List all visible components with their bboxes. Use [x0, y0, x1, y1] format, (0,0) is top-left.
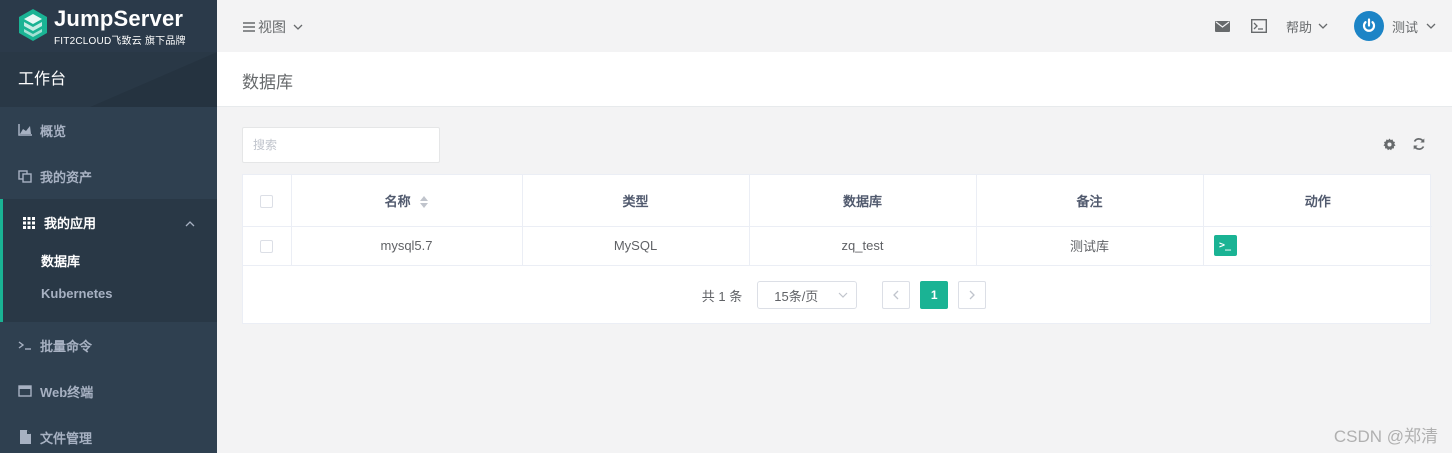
refresh-icon[interactable]: [1411, 136, 1427, 152]
top-right-controls: 帮助 测试: [1214, 0, 1452, 52]
page-number-current[interactable]: 1: [920, 281, 949, 309]
prev-page-button[interactable]: [882, 281, 911, 309]
cell-name[interactable]: mysql5.7: [291, 226, 523, 266]
avatar[interactable]: [1353, 11, 1384, 41]
terminal-icon[interactable]: [1250, 17, 1268, 35]
sidebar-item-web-terminal[interactable]: Web终端: [0, 368, 217, 414]
help-label: 帮助: [1285, 19, 1312, 35]
sidebar-item-label: 我的应用: [44, 216, 97, 231]
jumpserver-logo-icon: [19, 9, 47, 41]
chevron-right-icon: [969, 290, 976, 300]
user-menu[interactable]: 测试: [1392, 17, 1436, 36]
sidebar-item-label: 概览: [40, 123, 67, 139]
cell-database: zq_test: [749, 226, 977, 266]
area-chart-icon: [17, 124, 33, 136]
sidebar: JumpServer FIT2CLOUD飞致云 旗下品牌 工作台 概览 我的资产…: [0, 0, 217, 453]
assets-icon: [17, 169, 33, 183]
cell-type: MySQL: [522, 226, 750, 266]
grid-icon: [21, 216, 37, 229]
select-all-cell: [243, 175, 292, 227]
sidebar-subitem-kubernetes[interactable]: Kubernetes: [3, 278, 217, 310]
sidebar-submenu-my-apps: 数据库 Kubernetes: [3, 246, 217, 322]
file-icon: [17, 430, 33, 444]
search-input[interactable]: [242, 127, 440, 163]
window-icon: [17, 385, 33, 397]
top-navbar: 视图 帮助 测试: [217, 0, 1452, 52]
view-menu-label: 视图: [258, 19, 286, 35]
chevron-down-icon: [1318, 23, 1328, 29]
table-header-row: 名称 类型 数据库 备注 动作: [243, 175, 1432, 227]
sidebar-item-batch-command[interactable]: 批量命令: [0, 322, 217, 368]
chevron-down-icon: [293, 24, 303, 30]
gear-icon[interactable]: [1381, 136, 1397, 152]
chevron-up-icon: [185, 215, 195, 230]
sidebar-subitem-database[interactable]: 数据库: [3, 246, 217, 278]
page-size-value: 15条/页: [774, 288, 819, 304]
workbench-shade: [90, 52, 217, 107]
sidebar-item-file-manager[interactable]: 文件管理: [0, 414, 217, 453]
sidebar-item-label: 文件管理: [40, 430, 93, 446]
sort-icon[interactable]: [420, 196, 429, 209]
cell-comment: 测试库: [976, 226, 1204, 266]
table-row: mysql5.7 MySQL zq_test 测试库 >_: [243, 226, 1432, 266]
brand-logo[interactable]: JumpServer FIT2CLOUD飞致云 旗下品牌: [0, 0, 217, 52]
workbench-label: 工作台: [18, 71, 67, 88]
row-select-cell: [243, 226, 292, 266]
column-header-action: 动作: [1203, 175, 1432, 227]
row-checkbox[interactable]: [260, 240, 274, 254]
pagination-total: 共 1 条: [701, 288, 743, 304]
table-tools: [1381, 136, 1441, 152]
column-header-comment: 备注: [976, 175, 1204, 227]
column-header-database: 数据库: [749, 175, 977, 227]
hamburger-icon: [243, 22, 255, 32]
terminal-prompt-icon: [17, 340, 33, 350]
chevron-down-icon: [838, 292, 848, 298]
page-size-select[interactable]: 15条/页: [757, 281, 858, 309]
pagination: 共 1 条 15条/页 1: [242, 280, 1431, 310]
brand-subtitle: FIT2CLOUD飞致云 旗下品牌: [54, 36, 186, 47]
connect-terminal-button[interactable]: >_: [1213, 235, 1237, 256]
cell-action: >_: [1203, 226, 1432, 266]
sidebar-item-label: Web终端: [40, 384, 94, 400]
page-heading: 数据库: [217, 52, 1452, 107]
power-icon: [1359, 16, 1379, 36]
page-title: 数据库: [242, 73, 293, 92]
sidebar-item-my-assets[interactable]: 我的资产: [0, 153, 217, 199]
username: 测试: [1391, 19, 1418, 35]
column-header-type: 类型: [522, 175, 750, 227]
sidebar-group-my-apps: 我的应用 数据库 Kubernetes: [0, 199, 217, 322]
next-page-button[interactable]: [958, 281, 987, 309]
brand-title: JumpServer: [54, 6, 184, 31]
chevron-left-icon: [893, 290, 899, 300]
sidebar-item-overview[interactable]: 概览: [0, 107, 217, 153]
help-menu[interactable]: 帮助: [1286, 17, 1328, 36]
mail-icon[interactable]: [1214, 17, 1232, 35]
sidebar-item-my-apps[interactable]: 我的应用: [3, 199, 217, 246]
chevron-down-icon: [1426, 23, 1436, 29]
sidebar-item-label: 我的资产: [40, 169, 93, 185]
watermark: CSDN @郑清: [1333, 427, 1438, 446]
column-header-label: 名称: [384, 193, 411, 209]
select-all-checkbox[interactable]: [260, 194, 274, 208]
view-menu-button[interactable]: 视图: [243, 17, 303, 37]
sidebar-item-label: 批量命令: [40, 338, 93, 354]
workbench-switch[interactable]: 工作台: [0, 52, 217, 107]
column-header-name[interactable]: 名称: [291, 175, 523, 227]
